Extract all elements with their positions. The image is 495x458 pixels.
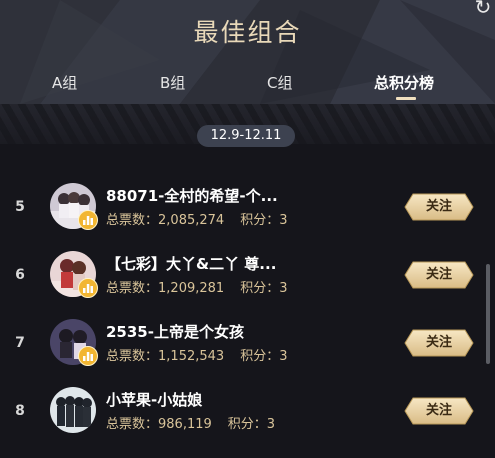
list-item[interactable]: 7 2535-上帝是个女孩 总票数：1,152,543 积分：3 关注 <box>0 319 495 379</box>
score-value: 3 <box>266 417 276 432</box>
list-item[interactable]: 8 小苹果-小姑娘 总票数：986,119 积分：3 关注 <box>0 387 495 447</box>
follow-button[interactable]: 关注 <box>404 193 474 221</box>
tab-group-b[interactable]: B组 <box>160 72 185 93</box>
rank-number: 8 <box>15 403 25 419</box>
list-item[interactable]: 5 88071-全村的希望-个... 总票数：2,085,274 积分：3 关注 <box>0 183 495 243</box>
rank-badge-icon <box>78 278 98 298</box>
votes-value: 2,085,274 <box>158 213 225 228</box>
list-item[interactable]: 6 【七彩】大丫&二丫 尊... 总票数：1,209,281 积分：3 关注 <box>0 251 495 311</box>
votes-value: 1,152,543 <box>158 349 225 364</box>
follow-button[interactable]: 关注 <box>404 329 474 357</box>
group-stats: 总票数：2,085,274 积分：3 <box>106 209 287 228</box>
active-tab-indicator <box>396 97 416 100</box>
votes-label: 总票数： <box>106 213 159 228</box>
score-label: 积分： <box>240 213 280 228</box>
score-label: 积分： <box>227 417 267 432</box>
rank-badge-icon <box>78 210 98 230</box>
score-value: 3 <box>279 349 288 364</box>
votes-label: 总票数： <box>106 417 159 432</box>
page-title: 最佳组合 <box>193 18 302 47</box>
group-stats: 总票数：986,119 积分：3 <box>106 413 275 432</box>
rank-number: 5 <box>15 199 25 215</box>
best-group-ranking-page: 最佳组合 ↻ A组 B组 C组 总积分榜 12.9-12.11 5 88071-… <box>0 0 495 458</box>
scrollbar[interactable] <box>486 264 490 364</box>
tab-group-c[interactable]: C组 <box>267 72 292 93</box>
score-value: 3 <box>279 281 288 296</box>
follow-label: 关注 <box>425 335 452 350</box>
group-name: 2535-上帝是个女孩 <box>106 323 244 341</box>
score-value: 3 <box>279 213 288 228</box>
votes-value: 986,119 <box>158 417 212 432</box>
score-label: 积分： <box>240 349 280 364</box>
group-name: 【七彩】大丫&二丫 尊... <box>106 255 277 273</box>
rank-number: 6 <box>15 267 25 283</box>
refresh-icon[interactable]: ↻ <box>472 0 494 18</box>
votes-label: 总票数： <box>106 349 159 364</box>
group-name: 小苹果-小姑娘 <box>106 391 203 409</box>
avatar[interactable] <box>50 387 96 433</box>
group-stats: 总票数：1,209,281 积分：3 <box>106 277 287 296</box>
rank-badge-icon <box>78 346 98 366</box>
group-tabs: A组 B组 C组 总积分榜 <box>0 72 495 100</box>
votes-label: 总票数： <box>106 281 159 296</box>
follow-button[interactable]: 关注 <box>404 261 474 289</box>
group-name: 88071-全村的希望-个... <box>106 187 278 205</box>
score-label: 积分： <box>240 281 280 296</box>
follow-label: 关注 <box>425 199 452 214</box>
date-range-badge: 12.9-12.11 <box>197 125 295 147</box>
tab-group-a[interactable]: A组 <box>52 72 77 93</box>
group-stats: 总票数：1,152,543 积分：3 <box>106 345 287 364</box>
rank-number: 7 <box>15 335 25 351</box>
follow-button[interactable]: 关注 <box>404 397 474 425</box>
tab-total-score[interactable]: 总积分榜 <box>374 72 434 93</box>
votes-value: 1,209,281 <box>158 281 225 296</box>
follow-label: 关注 <box>425 267 452 282</box>
follow-label: 关注 <box>425 403 452 418</box>
header: 最佳组合 ↻ A组 B组 C组 总积分榜 <box>0 0 495 104</box>
